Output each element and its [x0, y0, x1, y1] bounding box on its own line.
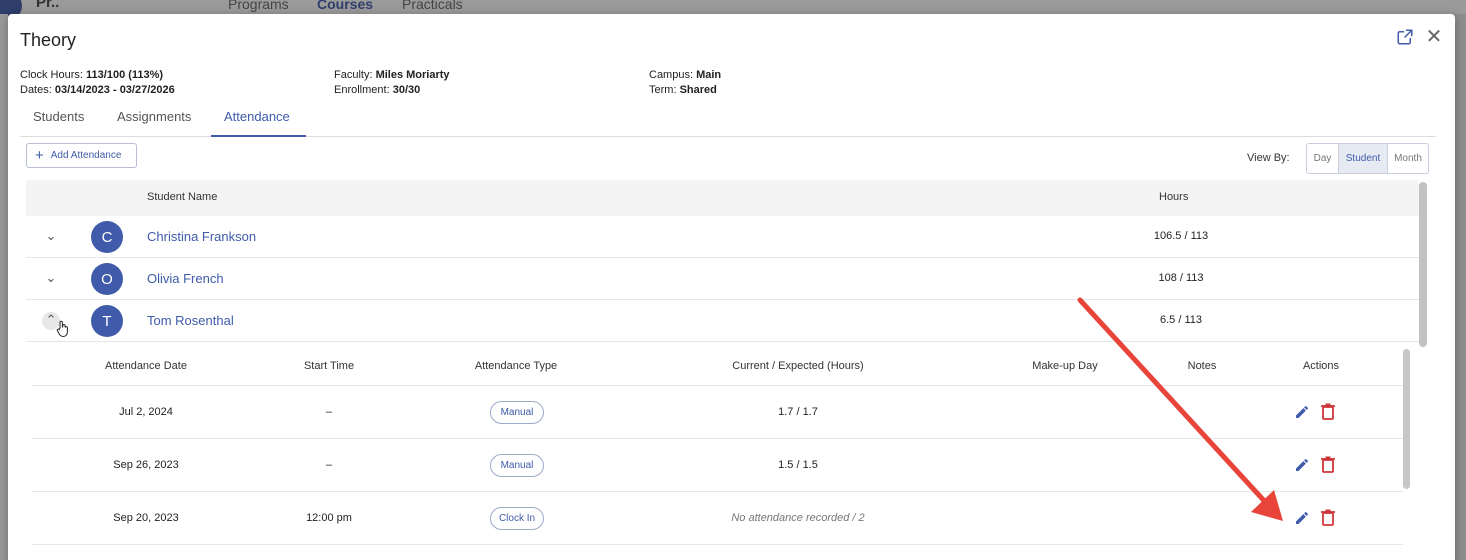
header-makeup-day: Make-up Day — [1032, 360, 1098, 372]
header-current-expected: Current / Expected (Hours) — [732, 360, 864, 372]
header-student-name: Student Name — [147, 191, 218, 203]
students-attendance-table: Student Name Hours ⌄ C Christina Frankso… — [26, 180, 1419, 342]
avatar: C — [91, 221, 123, 253]
detail-scrollbar[interactable] — [1403, 349, 1410, 489]
app-brand: Pr.. — [36, 0, 60, 11]
student-name-link[interactable]: Olivia French — [147, 271, 224, 286]
view-by-label: View By: — [1247, 152, 1290, 164]
view-by-month[interactable]: Month — [1388, 144, 1428, 173]
header-attendance-type: Attendance Type — [474, 360, 558, 372]
header-hours: Hours — [1159, 191, 1189, 203]
student-name-link[interactable]: Tom Rosenthal — [147, 313, 234, 328]
modal-title: Theory — [20, 30, 77, 50]
tab-students[interactable]: Students — [33, 109, 84, 124]
view-by-toggle: Day Student Month — [1306, 143, 1429, 174]
attendance-type-badge: Clock In — [490, 507, 544, 530]
attendance-date: Sep 20, 2023 — [113, 512, 179, 524]
enrollment-label: Enrollment: — [334, 84, 390, 96]
nav-courses[interactable]: Courses — [317, 0, 373, 12]
table-row: ⌃ T Tom Rosenthal 6.5 / 113 — [26, 300, 1419, 342]
info-campus-term: Campus: Main Term: Shared — [649, 68, 721, 98]
modal-tabs: Students Assignments Attendance — [20, 103, 1436, 137]
student-hours: 6.5 / 113 — [1160, 314, 1202, 326]
edit-pencil-icon[interactable] — [1294, 510, 1310, 526]
add-attendance-button[interactable]: + Add Attendance — [26, 143, 137, 168]
faculty-label: Faculty: — [334, 69, 373, 81]
student-hours: 106.5 / 113 — [1153, 230, 1209, 242]
avatar: O — [91, 263, 123, 295]
start-time: – — [325, 459, 333, 471]
active-tab-indicator — [211, 135, 306, 137]
start-time: – — [325, 406, 333, 418]
clock-hours-value: 113/100 (113%) — [86, 69, 164, 81]
attendance-row: Sep 26, 2023 – Manual 1.5 / 1.5 — [32, 439, 1403, 492]
background-topbar — [0, 0, 1466, 14]
tab-assignments[interactable]: Assignments — [117, 109, 191, 124]
term-label: Term: — [649, 84, 677, 96]
attendance-date: Sep 26, 2023 — [113, 459, 179, 471]
student-name-link[interactable]: Christina Frankson — [147, 229, 256, 244]
delete-trash-icon[interactable] — [1321, 509, 1335, 526]
delete-trash-icon[interactable] — [1321, 456, 1335, 473]
hand-cursor-icon — [56, 320, 68, 338]
header-actions: Actions — [1302, 360, 1340, 372]
campus-label: Campus: — [649, 69, 694, 81]
detail-header: Attendance Date Start Time Attendance Ty… — [32, 348, 1403, 386]
attendance-detail-table: Attendance Date Start Time Attendance Ty… — [32, 348, 1403, 545]
open-external-icon[interactable] — [1396, 28, 1414, 46]
attendance-type-badge: Manual — [490, 401, 544, 424]
nav-programs[interactable]: Programs — [228, 0, 289, 12]
table-row: ⌄ O Olivia French 108 / 113 — [26, 258, 1419, 300]
close-icon[interactable]: ✕ — [1424, 27, 1444, 47]
header-start-time: Start Time — [303, 360, 355, 372]
table-header: Student Name Hours — [26, 180, 1419, 216]
tab-attendance[interactable]: Attendance — [224, 109, 290, 124]
attendance-date: Jul 2, 2024 — [119, 406, 173, 418]
edit-pencil-icon[interactable] — [1294, 457, 1310, 473]
edit-pencil-icon[interactable] — [1294, 404, 1310, 420]
view-by-day[interactable]: Day — [1307, 144, 1339, 173]
table-scrollbar[interactable] — [1419, 182, 1427, 347]
dates-label: Dates: — [20, 84, 52, 96]
term-value: Shared — [679, 84, 717, 96]
add-attendance-label: Add Attendance — [50, 150, 122, 161]
chevron-down-icon[interactable]: ⌄ — [42, 228, 60, 246]
header-attendance-date: Attendance Date — [105, 360, 187, 372]
current-expected-hours: 1.7 / 1.7 — [778, 406, 818, 418]
current-expected-hours: No attendance recorded / 2 — [731, 512, 865, 524]
plus-icon: + — [35, 146, 44, 164]
table-row: ⌄ C Christina Frankson 106.5 / 113 — [26, 216, 1419, 258]
campus-value: Main — [696, 69, 722, 81]
attendance-row: Jul 2, 2024 – Manual 1.7 / 1.7 — [32, 386, 1403, 439]
student-hours: 108 / 113 — [1158, 272, 1204, 284]
faculty-value: Miles Moriarty — [375, 69, 450, 81]
nav-practicals[interactable]: Practicals — [402, 0, 463, 12]
background-sidebar — [0, 14, 8, 560]
enrollment-value: 30/30 — [392, 84, 421, 96]
start-time: 12:00 pm — [306, 512, 352, 524]
avatar: T — [91, 305, 123, 337]
chevron-down-icon[interactable]: ⌄ — [42, 270, 60, 288]
view-by-student[interactable]: Student — [1339, 144, 1388, 173]
attendance-row: Sep 20, 2023 12:00 pm Clock In No attend… — [32, 492, 1403, 545]
attendance-type-badge: Manual — [490, 454, 544, 477]
info-faculty-enrollment: Faculty: Miles Moriarty Enrollment: 30/3… — [334, 68, 450, 98]
header-notes: Notes — [1187, 360, 1217, 372]
dates-value: 03/14/2023 - 03/27/2026 — [54, 84, 175, 96]
delete-trash-icon[interactable] — [1321, 403, 1335, 420]
info-clock-dates: Clock Hours: 113/100 (113%) Dates: 03/14… — [20, 68, 175, 98]
current-expected-hours: 1.5 / 1.5 — [778, 459, 818, 471]
clock-hours-label: Clock Hours: — [20, 69, 83, 81]
